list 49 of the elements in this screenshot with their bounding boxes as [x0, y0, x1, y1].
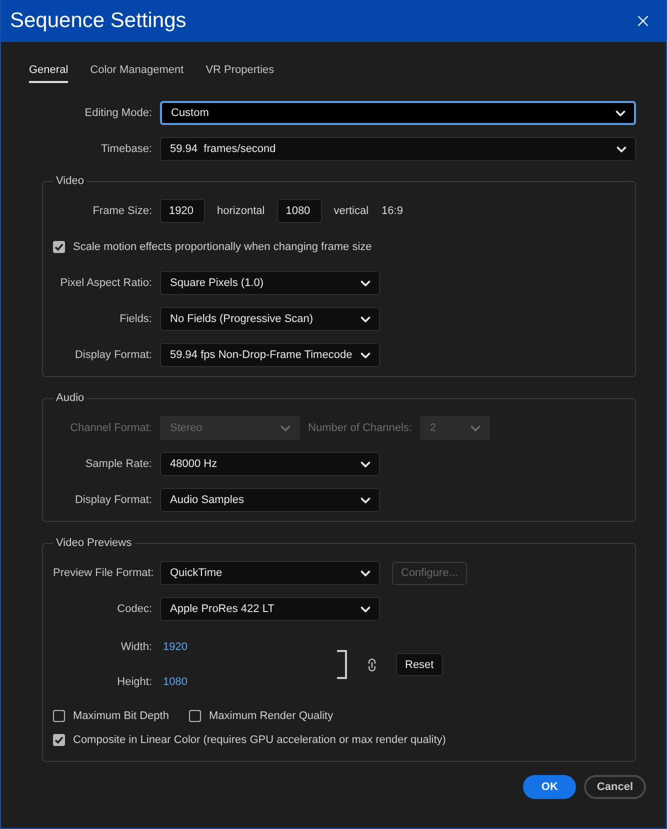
reset-button[interactable]: Reset	[396, 653, 443, 676]
checkbox-label: Composite in Linear Color (requires GPU acceleration or max render quality)	[73, 734, 446, 746]
field-label: Channel Format:	[69, 422, 152, 434]
window-title: Sequence Settings	[10, 9, 186, 33]
tab[interactable]: General	[29, 64, 68, 83]
checkbox[interactable]	[53, 241, 65, 253]
dropdown[interactable]: 48000 Hz	[160, 452, 380, 476]
dropdown[interactable]: No Fields (Progressive Scan)	[160, 307, 380, 331]
checkbox-label: Scale motion effects proportionally when changing frame size	[73, 241, 372, 253]
field-label: Timebase:	[100, 143, 152, 155]
field-label: Pixel Aspect Ratio:	[59, 277, 152, 289]
field-label: Sample Rate:	[84, 458, 152, 470]
unit-label: horizontal	[217, 205, 265, 217]
dropdown[interactable]: 59.94 frames/second	[160, 137, 636, 161]
dropdown[interactable]: Square Pixels (1.0)	[160, 271, 380, 295]
field-label: Frame Size:	[92, 205, 152, 217]
checkbox[interactable]	[53, 710, 65, 722]
dropdown[interactable]: QuickTime	[160, 561, 380, 585]
group-title: Video Previews	[55, 537, 133, 549]
input-field[interactable]: 1920	[160, 199, 205, 223]
checkbox[interactable]	[53, 734, 65, 746]
tab[interactable]: VR Properties	[206, 64, 274, 83]
dimension-value[interactable]: 1920	[163, 641, 188, 653]
cancel-button[interactable]: Cancel	[584, 775, 646, 799]
field-label: Editing Mode:	[84, 107, 152, 119]
checkbox-label: Maximum Render Quality	[208, 710, 334, 722]
field-label: Fields:	[118, 313, 152, 325]
bracket-icon	[336, 650, 348, 679]
dimension-value[interactable]: 1080	[163, 676, 188, 688]
ok-button[interactable]: OK	[523, 775, 576, 799]
field-label: Codec:	[116, 603, 152, 615]
field-label: Width:	[120, 641, 152, 653]
field-label: Display Format:	[74, 349, 152, 361]
field-label: Height:	[116, 676, 152, 688]
group-title: Audio	[55, 392, 86, 404]
field-label: Preview File Format:	[53, 567, 152, 579]
input-field[interactable]: 1080	[276, 199, 322, 223]
field-label: Display Format:	[74, 494, 152, 506]
checkbox-label: Maximum Bit Depth	[73, 710, 169, 722]
tab[interactable]: Color Management	[90, 64, 184, 83]
dropdown[interactable]: Audio Samples	[160, 488, 380, 512]
group-title: Video	[55, 175, 85, 187]
checkbox[interactable]	[188, 710, 201, 722]
dropdown[interactable]: 59.94 fps Non-Drop-Frame Timecode	[160, 343, 380, 367]
aspect-ratio-text: 16:9	[382, 205, 403, 217]
unit-label: vertical	[334, 205, 369, 217]
dropdown[interactable]: Custom	[160, 101, 636, 125]
field-label: Number of Channels:	[307, 422, 412, 434]
dropdown[interactable]: Apple ProRes 422 LT	[160, 597, 380, 621]
